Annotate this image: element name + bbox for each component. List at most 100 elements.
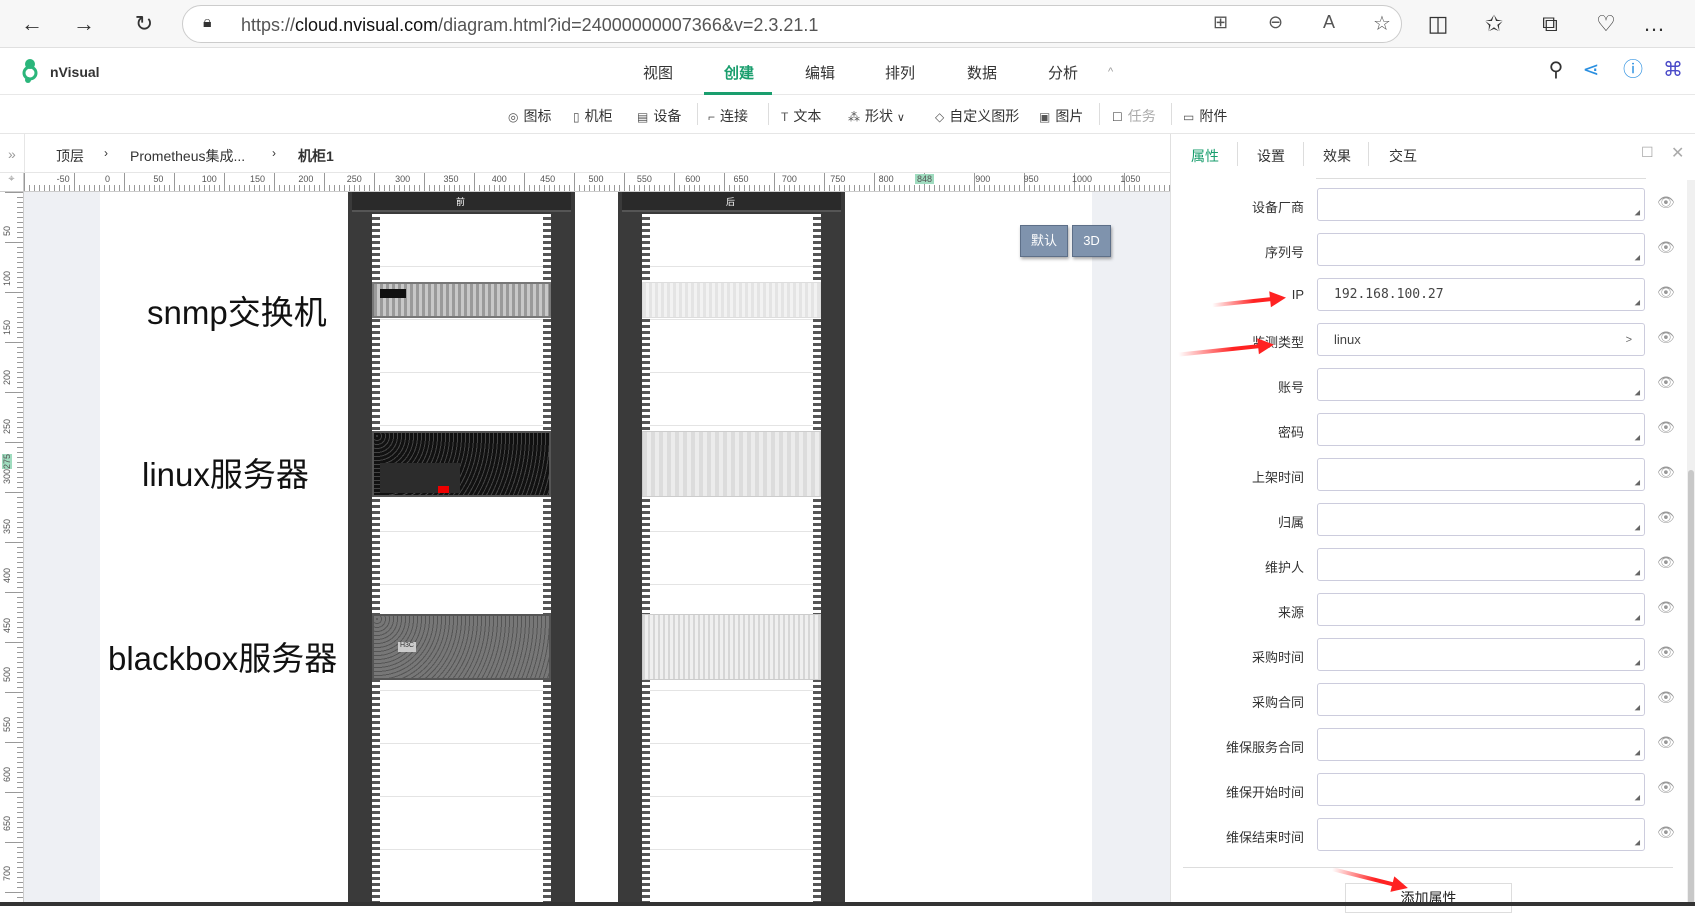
visibility-eye-icon[interactable]: 👁︎ (1657, 464, 1675, 481)
visibility-eye-icon[interactable]: 👁︎ (1657, 284, 1675, 301)
menu-tab-data[interactable]: 数据 (967, 62, 997, 83)
address-bar[interactable]: 🔒︎ https://cloud.nvisual.com/diagram.htm… (182, 5, 1402, 43)
linux-server-front[interactable] (372, 431, 551, 497)
more-icon[interactable]: … (1640, 10, 1668, 38)
close-icon[interactable]: ✕ (1671, 143, 1684, 163)
visibility-eye-icon[interactable]: 👁︎ (1657, 239, 1675, 256)
share-icon[interactable]: ⋖ (1578, 57, 1604, 83)
resize-handle-icon[interactable]: ◢ (1635, 793, 1640, 803)
linux-server-back[interactable] (642, 431, 821, 497)
shortcut-icon[interactable]: ⌘ (1660, 57, 1686, 83)
property-input[interactable]: ◢ (1317, 773, 1645, 806)
property-input[interactable]: ◢ (1317, 548, 1645, 581)
visibility-eye-icon[interactable]: 👁︎ (1657, 644, 1675, 661)
resize-handle-icon[interactable]: ◢ (1635, 568, 1640, 578)
visibility-eye-icon[interactable]: 👁︎ (1657, 194, 1675, 211)
tab-effects[interactable]: 效果 (1323, 146, 1351, 166)
expand-sidebar-icon[interactable]: » (8, 146, 16, 162)
blackbox-server-back[interactable] (642, 614, 821, 680)
tool-device[interactable]: ▤ 设备 (637, 106, 681, 126)
resize-handle-icon[interactable]: ◢ (1635, 703, 1640, 713)
property-input[interactable]: ◢ (1317, 368, 1645, 401)
resize-handle-icon[interactable]: ◢ (1635, 388, 1640, 398)
snmp-switch-front[interactable] (372, 282, 551, 318)
maximize-icon[interactable]: ☐ (1641, 144, 1654, 161)
tab-properties[interactable]: 属性 (1191, 146, 1219, 166)
breadcrumb-item[interactable]: 顶层 (56, 146, 84, 166)
resize-handle-icon[interactable]: ◢ (1635, 523, 1640, 533)
split-screen-icon[interactable]: ◫ (1424, 10, 1452, 38)
scrollbar-thumb[interactable] (1688, 470, 1694, 906)
tool-custom-shape[interactable]: ◇ 自定义图形 (935, 106, 1019, 126)
visibility-eye-icon[interactable]: 👁︎ (1657, 509, 1675, 526)
read-aloud-icon[interactable]: A (1323, 12, 1335, 33)
forward-icon[interactable]: → (70, 10, 98, 38)
collapse-menu-icon[interactable]: ^ (1108, 66, 1113, 78)
search-icon[interactable]: ⚲ (1543, 57, 1569, 83)
property-input[interactable]: ◢ (1317, 458, 1645, 491)
property-input[interactable]: 192.168.100.27 ◢ (1317, 278, 1645, 311)
favorites-icon[interactable]: ✩ (1480, 10, 1508, 38)
breadcrumb-item[interactable]: Prometheus集成... (130, 146, 245, 166)
resize-handle-icon[interactable]: ◢ (1635, 838, 1640, 848)
tool-icon[interactable]: ◎ 图标 (508, 106, 551, 126)
property-input[interactable]: ◢ (1317, 728, 1645, 761)
resize-handle-icon[interactable]: ◢ (1635, 478, 1640, 488)
label-linux-server[interactable]: linux服务器 (142, 448, 309, 496)
property-input[interactable]: ◢ (1317, 188, 1645, 221)
visibility-eye-icon[interactable]: 👁︎ (1657, 554, 1675, 571)
resize-handle-icon[interactable]: ◢ (1635, 208, 1640, 218)
favorite-star-icon[interactable]: ☆ (1373, 11, 1391, 36)
rack-front[interactable]: 前 H3C (348, 192, 575, 906)
menu-tab-view[interactable]: 视图 (643, 62, 673, 83)
tab-settings[interactable]: 设置 (1257, 146, 1285, 166)
resize-handle-icon[interactable]: ◢ (1635, 253, 1640, 263)
tool-connect[interactable]: ⌐ 连接 (708, 106, 748, 126)
blackbox-server-front[interactable]: H3C (372, 614, 551, 680)
ruler-origin-icon[interactable]: ⌖ (0, 173, 24, 192)
visibility-eye-icon[interactable]: 👁︎ (1657, 329, 1675, 346)
property-input[interactable]: ◢ (1317, 593, 1645, 626)
tool-text[interactable]: T 文本 (781, 106, 821, 126)
property-input[interactable]: ◢ (1317, 503, 1645, 536)
snmp-switch-back[interactable] (642, 282, 821, 318)
menu-tab-edit[interactable]: 编辑 (805, 62, 835, 83)
resize-handle-icon[interactable]: ◢ (1635, 433, 1640, 443)
tab-interaction[interactable]: 交互 (1389, 146, 1417, 166)
property-select[interactable]: linux > (1317, 323, 1645, 356)
rack-back[interactable]: 后 (618, 192, 845, 906)
property-input[interactable]: ◢ (1317, 413, 1645, 446)
performance-heart-icon[interactable]: ♡ (1592, 10, 1620, 38)
menu-tab-create[interactable]: 创建 (724, 62, 754, 83)
label-snmp-switch[interactable]: snmp交换机 (147, 286, 327, 334)
property-input[interactable]: ◢ (1317, 638, 1645, 671)
tool-image[interactable]: ▣ 图片 (1039, 106, 1083, 126)
app-available-icon[interactable]: ⊞ (1213, 12, 1228, 33)
visibility-eye-icon[interactable]: 👁︎ (1657, 824, 1675, 841)
property-input[interactable]: ◢ (1317, 818, 1645, 851)
label-blackbox-server[interactable]: blackbox服务器 (108, 632, 337, 680)
visibility-eye-icon[interactable]: 👁︎ (1657, 734, 1675, 751)
resize-handle-icon[interactable]: ◢ (1635, 298, 1640, 308)
resize-handle-icon[interactable]: ◢ (1635, 748, 1640, 758)
visibility-eye-icon[interactable]: 👁︎ (1657, 689, 1675, 706)
tool-attachment[interactable]: ▭ 附件 (1183, 106, 1227, 126)
info-icon[interactable]: ⓘ (1620, 57, 1646, 83)
resize-handle-icon[interactable]: ◢ (1635, 613, 1640, 623)
diagram-canvas[interactable]: snmp交换机 linux服务器 blackbox服务器 前 H3C 后 默认 … (24, 192, 1170, 906)
visibility-eye-icon[interactable]: 👁︎ (1657, 599, 1675, 616)
add-attribute-button[interactable]: 添加属性 (1345, 883, 1512, 913)
view-3d-button[interactable]: 3D (1072, 225, 1111, 257)
tool-shape[interactable]: ⁂ 形状 ∨ (848, 106, 905, 126)
visibility-eye-icon[interactable]: 👁︎ (1657, 374, 1675, 391)
menu-tab-arrange[interactable]: 排列 (885, 62, 915, 83)
resize-handle-icon[interactable]: ◢ (1635, 658, 1640, 668)
visibility-eye-icon[interactable]: 👁︎ (1657, 419, 1675, 436)
refresh-icon[interactable]: ↻ (130, 10, 158, 38)
view-default-button[interactable]: 默认 (1020, 225, 1068, 257)
property-input[interactable]: ◢ (1317, 683, 1645, 716)
collections-icon[interactable]: ⧉ (1536, 10, 1564, 38)
property-input[interactable]: ◢ (1317, 233, 1645, 266)
back-icon[interactable]: ← (18, 10, 46, 38)
menu-tab-analysis[interactable]: 分析 (1048, 62, 1078, 83)
